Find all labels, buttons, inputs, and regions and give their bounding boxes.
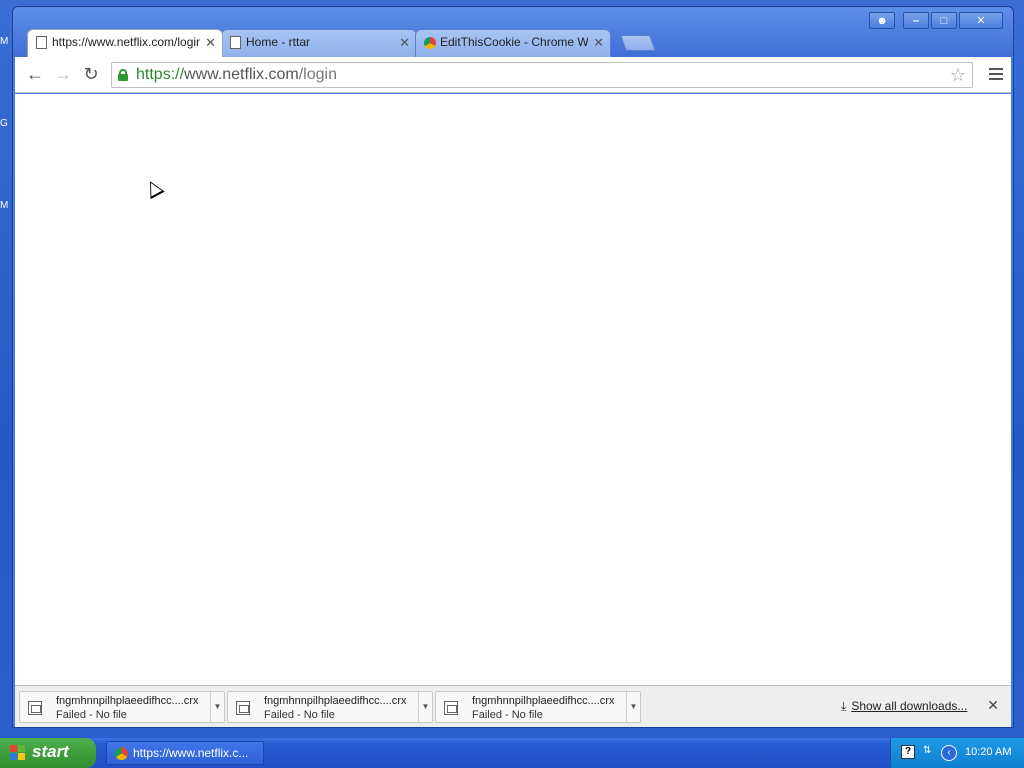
chrome-icon xyxy=(115,747,128,760)
tab-title: EditThisCookie - Chrome Web Store xyxy=(440,35,588,49)
user-profile-button[interactable]: ☻ xyxy=(869,12,895,29)
file-icon xyxy=(236,701,250,715)
close-icon: ✕ xyxy=(976,15,986,27)
forward-button[interactable]: → xyxy=(53,65,73,85)
tab-strip: https://www.netflix.com/login ✕ Home - r… xyxy=(27,29,667,57)
file-icon xyxy=(444,701,458,715)
download-menu-arrow-icon[interactable]: ▼ xyxy=(418,692,432,722)
download-item[interactable]: fngmhnnpilhplaeedifhcc....crx Failed - N… xyxy=(435,691,641,723)
back-button[interactable]: ← xyxy=(25,65,45,85)
show-all-downloads-link[interactable]: ⤓ Show all downloads... xyxy=(841,699,967,714)
browser-toolbar: ← → ↻ https://www.netflix.com/login ☆ xyxy=(15,57,1011,93)
tab-editthiscookie[interactable]: EditThisCookie - Chrome Web Store ✕ xyxy=(415,29,611,57)
download-item[interactable]: fngmhnnpilhplaeedifhcc....crx Failed - N… xyxy=(19,691,225,723)
desktop-icon-label: G xyxy=(0,118,8,129)
tab-netflix-login[interactable]: https://www.netflix.com/login ✕ xyxy=(27,29,223,57)
taskbar-chrome-window[interactable]: https://www.netflix.c... xyxy=(106,741,264,765)
download-status: Failed - No file xyxy=(472,709,543,721)
download-menu-arrow-icon[interactable]: ▼ xyxy=(210,692,224,722)
help-glyph: ? xyxy=(904,746,912,757)
download-filename: fngmhnnpilhplaeedifhcc....crx xyxy=(56,695,199,707)
show-all-label: Show all downloads... xyxy=(851,699,968,713)
download-status: Failed - No file xyxy=(264,709,335,721)
download-status: Failed - No file xyxy=(56,709,127,721)
file-icon xyxy=(28,701,42,715)
system-tray: ? ⇅ ‹ 10:20 AM xyxy=(890,738,1024,768)
page-icon xyxy=(36,36,47,49)
chrome-window: ☻ – □ ✕ https://www.netflix.com/login ✕ … xyxy=(12,6,1014,728)
tab-home-rttar[interactable]: Home - rttar ✕ xyxy=(221,29,417,57)
maximize-button[interactable]: □ xyxy=(931,12,957,29)
start-label: start xyxy=(32,742,69,761)
window-controls: ☻ – □ ✕ xyxy=(869,12,1003,29)
download-item[interactable]: fngmhnnpilhplaeedifhcc....crx Failed - N… xyxy=(227,691,433,723)
chrome-icon xyxy=(424,37,436,49)
desktop-icon-label: M xyxy=(0,200,9,211)
close-shelf-icon[interactable]: ✕ xyxy=(987,697,999,714)
close-window-button[interactable]: ✕ xyxy=(959,12,1003,29)
url-text[interactable]: https://www.netflix.com/login xyxy=(136,66,337,84)
download-menu-arrow-icon[interactable]: ▼ xyxy=(626,692,640,722)
start-button[interactable]: start xyxy=(0,738,96,768)
reload-icon: ↻ xyxy=(83,64,99,84)
clock[interactable]: 10:20 AM xyxy=(965,746,1011,758)
chrome-menu-button[interactable] xyxy=(989,68,1003,82)
back-arrow-icon: ← xyxy=(26,64,44,84)
windows-flag-icon xyxy=(10,745,26,761)
mouse-cursor-icon xyxy=(143,177,165,200)
page-content xyxy=(15,94,1011,685)
minimize-icon: – xyxy=(912,14,920,27)
forward-arrow-icon: → xyxy=(54,64,72,84)
page-icon xyxy=(230,36,241,49)
address-bar[interactable]: https://www.netflix.com/login ☆ xyxy=(111,62,973,88)
url-scheme: https:// xyxy=(136,66,185,83)
reload-button[interactable]: ↻ xyxy=(81,65,101,85)
hamburger-icon xyxy=(989,68,1003,70)
taskbar-window-title: https://www.netflix.c... xyxy=(133,746,249,760)
tab-title: https://www.netflix.com/login xyxy=(52,35,200,49)
title-bar[interactable]: ☻ – □ ✕ https://www.netflix.com/login ✕ … xyxy=(13,7,1013,57)
tab-title: Home - rttar xyxy=(246,35,311,49)
tab-close-icon[interactable]: ✕ xyxy=(399,35,410,51)
maximize-icon: □ xyxy=(940,14,948,27)
help-icon[interactable]: ? xyxy=(901,745,915,759)
minimize-button[interactable]: – xyxy=(903,12,929,29)
download-filename: fngmhnnpilhplaeedifhcc....crx xyxy=(264,695,407,707)
lock-icon xyxy=(118,69,128,81)
download-icon: ⤓ xyxy=(841,699,847,713)
taskbar: start https://www.netflix.c... ? ⇅ ‹ 10:… xyxy=(0,738,1024,768)
new-tab-button[interactable] xyxy=(620,35,656,51)
download-shelf: fngmhnnpilhplaeedifhcc....crx Failed - N… xyxy=(15,685,1011,727)
tab-close-icon[interactable]: ✕ xyxy=(205,35,216,51)
bookmark-star-icon[interactable]: ☆ xyxy=(950,65,966,86)
desktop-icon-label: M xyxy=(0,36,9,47)
url-path: /login xyxy=(298,66,337,83)
tab-close-icon[interactable]: ✕ xyxy=(593,35,604,51)
tray-expand-icon[interactable]: ‹ xyxy=(941,745,957,761)
user-icon: ☻ xyxy=(876,14,888,27)
download-filename: fngmhnnpilhplaeedifhcc....crx xyxy=(472,695,615,707)
url-host: www.netflix.com xyxy=(184,66,299,83)
network-icon[interactable]: ⇅ xyxy=(923,745,937,759)
